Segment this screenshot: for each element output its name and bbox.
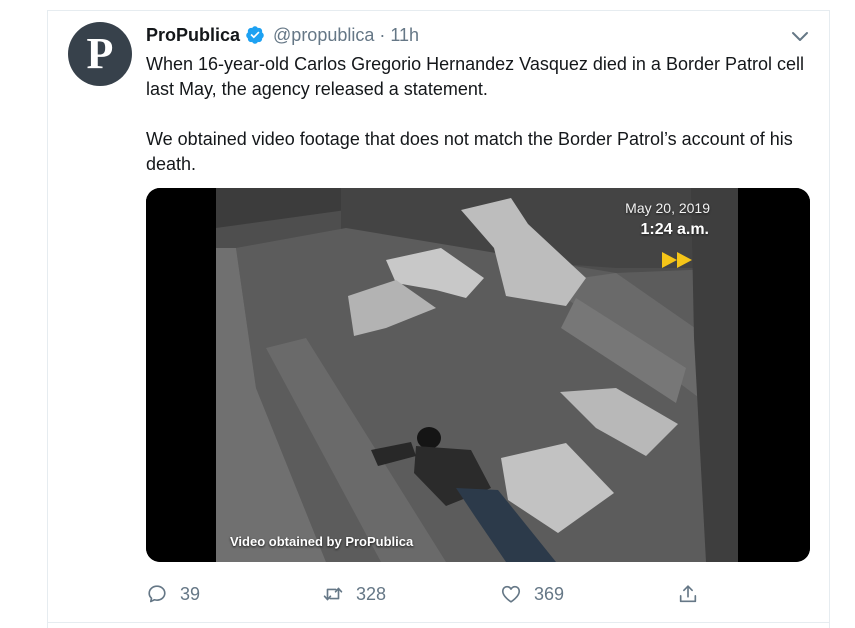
- tweet-border-left: [47, 10, 48, 628]
- like-count: 369: [534, 583, 565, 604]
- share-button[interactable]: [677, 583, 711, 605]
- retweet-count: 328: [356, 583, 387, 604]
- video-time: 1:24 a.m.: [640, 221, 709, 238]
- display-name[interactable]: ProPublica: [146, 25, 240, 46]
- share-icon: [679, 585, 697, 603]
- tweet-text-paragraph-1: When 16-year-old Carlos Gregorio Hernand…: [146, 54, 805, 99]
- heart-icon: [501, 585, 521, 603]
- chevron-down-icon[interactable]: [788, 24, 812, 48]
- retweet-button[interactable]: 328: [322, 583, 386, 605]
- tweet-text-paragraph-2: We obtained video footage that does not …: [146, 129, 793, 174]
- like-button[interactable]: 369: [500, 583, 564, 605]
- reply-count: 39: [180, 583, 201, 604]
- fast-forward-icon[interactable]: [660, 250, 696, 270]
- tweet-border-right: [829, 10, 830, 628]
- separator-dot: ·: [379, 24, 386, 45]
- reply-button[interactable]: 39: [146, 583, 200, 605]
- retweet-icon: [323, 587, 343, 601]
- handle[interactable]: @propublica: [273, 25, 374, 46]
- video-player[interactable]: May 20, 2019 1:24 a.m. Video obtained by…: [146, 188, 810, 562]
- avatar[interactable]: P: [68, 22, 132, 86]
- tweet-actions: 39 328 369: [0, 583, 855, 611]
- tweet-border-bottom: [47, 622, 830, 623]
- avatar-letter: P: [86, 29, 114, 78]
- video-credit: Video obtained by ProPublica: [230, 534, 414, 549]
- verified-badge-icon: [246, 26, 264, 44]
- video-frame: [146, 188, 810, 562]
- timestamp[interactable]: 11h: [390, 25, 419, 46]
- tweet-text: When 16-year-old Carlos Gregorio Hernand…: [146, 52, 816, 177]
- tweet-header: ProPublica @propublica · 11h: [146, 22, 419, 48]
- video-date: May 20, 2019: [625, 200, 710, 216]
- tweet-border-top: [47, 10, 830, 11]
- reply-icon: [148, 585, 166, 603]
